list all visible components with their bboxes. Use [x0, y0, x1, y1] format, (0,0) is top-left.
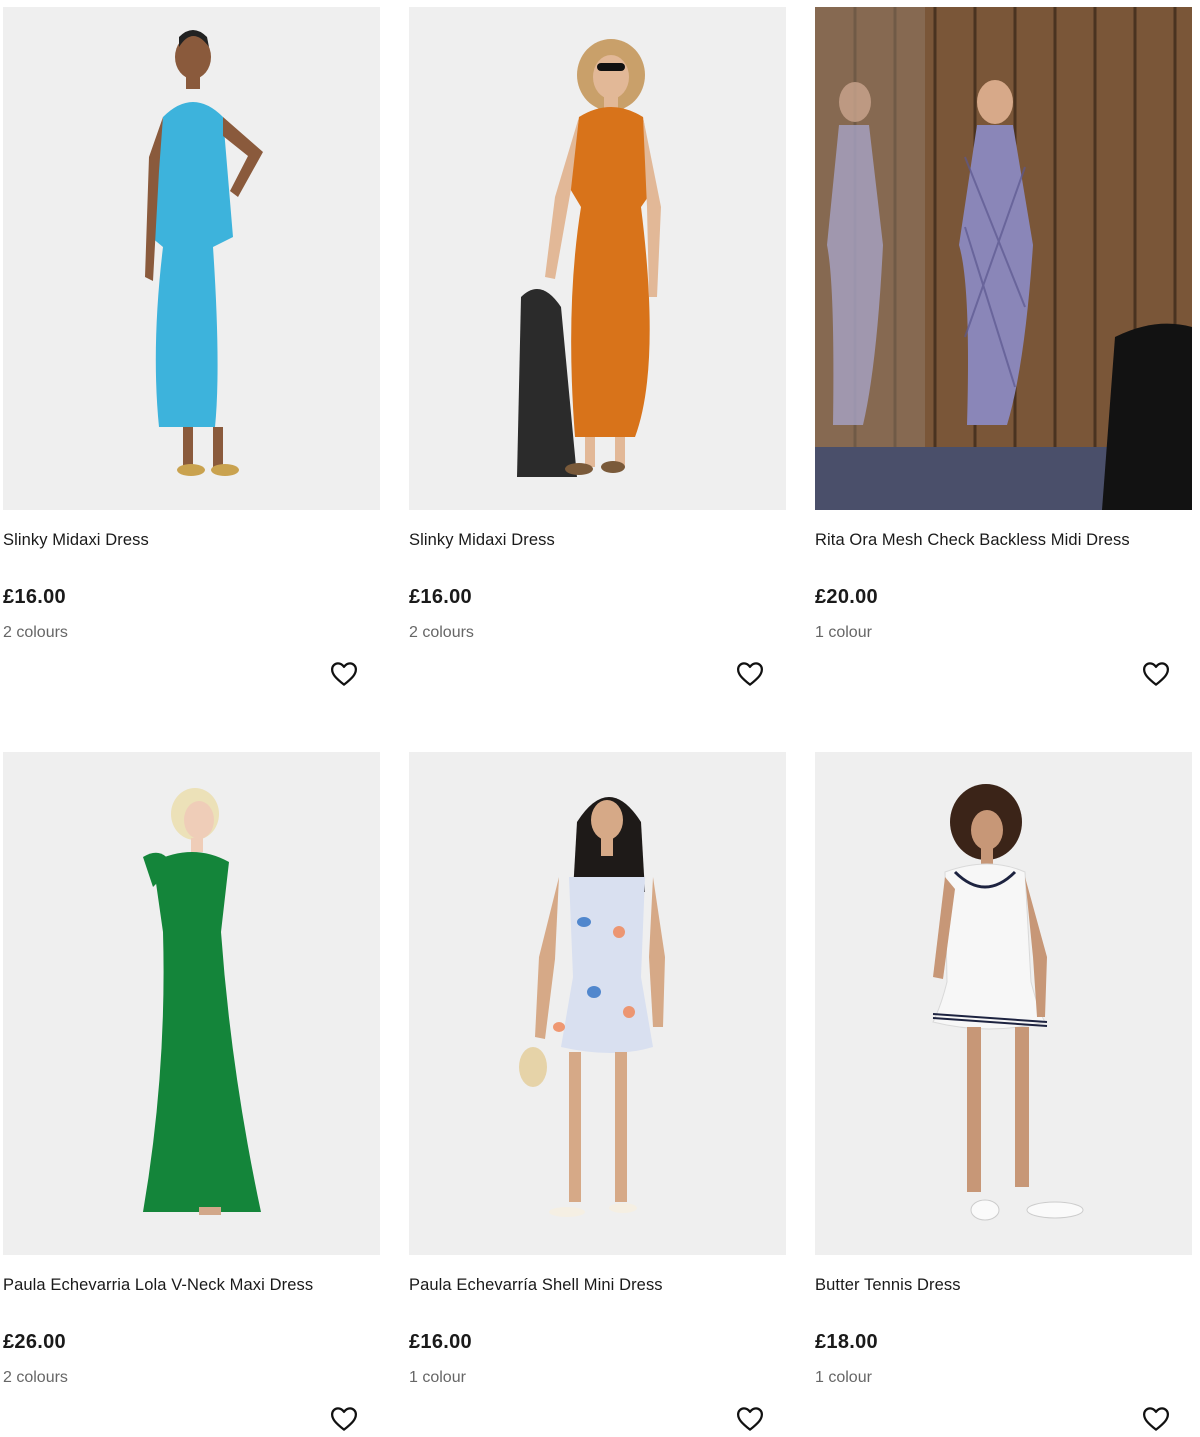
- heart-outline-icon[interactable]: [1141, 1404, 1171, 1434]
- product-price: £18.00: [815, 1331, 878, 1353]
- product-price: £16.00: [409, 586, 472, 608]
- product-price: £16.00: [3, 586, 66, 608]
- heart-outline-icon[interactable]: [735, 659, 765, 689]
- product-price: £16.00: [409, 1331, 472, 1353]
- product-colour-count: 1 colour: [815, 1369, 872, 1386]
- product-colour-count: 1 colour: [815, 624, 872, 641]
- product-title[interactable]: Rita Ora Mesh Check Backless Midi Dress: [815, 531, 1130, 550]
- product-image[interactable]: [409, 7, 786, 510]
- product-image[interactable]: [409, 752, 786, 1255]
- product-price: £26.00: [3, 1331, 66, 1353]
- heart-outline-icon[interactable]: [735, 1404, 765, 1434]
- product-image[interactable]: [815, 7, 1192, 510]
- product-title[interactable]: Paula Echevarria Lola V-Neck Maxi Dress: [3, 1276, 313, 1295]
- product-title[interactable]: Butter Tennis Dress: [815, 1276, 961, 1295]
- product-colour-count: 2 colours: [3, 624, 68, 641]
- product-image[interactable]: [3, 7, 380, 510]
- heart-outline-icon[interactable]: [329, 659, 359, 689]
- product-image[interactable]: [3, 752, 380, 1255]
- product-colour-count: 2 colours: [3, 1369, 68, 1386]
- heart-outline-icon[interactable]: [329, 1404, 359, 1434]
- product-title[interactable]: Slinky Midaxi Dress: [409, 531, 555, 550]
- product-colour-count: 1 colour: [409, 1369, 466, 1386]
- product-title[interactable]: Slinky Midaxi Dress: [3, 531, 149, 550]
- product-image[interactable]: [815, 752, 1192, 1255]
- product-colour-count: 2 colours: [409, 624, 474, 641]
- product-title[interactable]: Paula Echevarría Shell Mini Dress: [409, 1276, 663, 1295]
- product-grid: Slinky Midaxi Dress £16.00 2 colours Sli…: [0, 0, 1200, 1437]
- heart-outline-icon[interactable]: [1141, 659, 1171, 689]
- product-price: £20.00: [815, 586, 878, 608]
